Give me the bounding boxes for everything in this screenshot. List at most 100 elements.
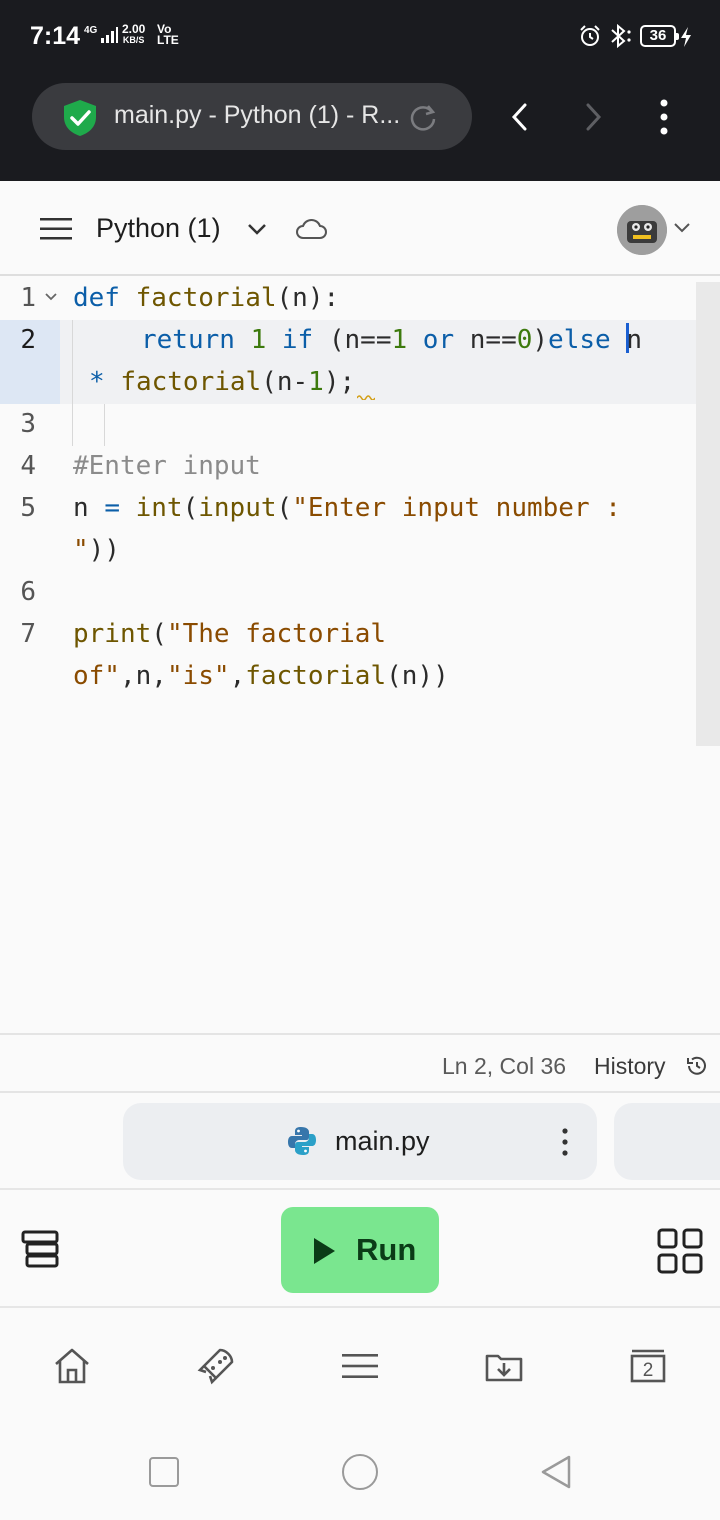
grid-icon[interactable] xyxy=(657,1228,703,1274)
code-token: "is" xyxy=(166,661,230,691)
tab-title: main.py - Python (1) - R... xyxy=(114,101,401,129)
code-token: factorial xyxy=(245,661,387,691)
cloud-icon[interactable] xyxy=(294,217,328,241)
indent-guide xyxy=(72,320,73,446)
code-line: def factorial(n): xyxy=(73,277,339,319)
system-nav xyxy=(0,1422,720,1520)
volte-bottom: LTE xyxy=(157,33,179,47)
code-token: = xyxy=(104,493,120,523)
code-token: (n)) xyxy=(386,661,449,691)
file-tabs: main.py xyxy=(0,1093,720,1190)
alarm-icon xyxy=(580,25,600,46)
avatar[interactable] xyxy=(617,205,667,255)
import-icon[interactable] xyxy=(484,1346,524,1386)
menu-icon[interactable] xyxy=(40,218,72,240)
menu-icon[interactable] xyxy=(340,1346,380,1386)
code-token: n== xyxy=(469,325,517,355)
code-line: print("The factorial xyxy=(73,613,386,655)
line-number: 2 xyxy=(20,325,36,355)
code-token: 0 xyxy=(516,325,533,355)
code-token: or xyxy=(422,325,455,355)
code-token: n xyxy=(626,325,642,355)
indent-guide xyxy=(104,404,105,446)
code-token: 1 xyxy=(250,325,267,355)
signal-icon xyxy=(101,27,118,43)
bluetooth-icon xyxy=(611,24,631,48)
play-icon xyxy=(314,1238,335,1264)
file-tab-next[interactable] xyxy=(614,1103,720,1180)
code-line-wrap: ")) xyxy=(73,529,120,571)
fold-chevron-icon[interactable] xyxy=(43,290,59,304)
layout-stack-icon[interactable] xyxy=(20,1229,60,1269)
code-token: return xyxy=(141,325,235,355)
line-number: 3 xyxy=(20,409,36,439)
bottom-nav: 2 xyxy=(0,1310,720,1422)
tabs-icon[interactable]: 2 xyxy=(628,1346,668,1386)
tabs-count: 2 xyxy=(643,1360,654,1381)
app-header: Python (1) xyxy=(0,181,720,276)
battery-indicator: 36 xyxy=(640,25,679,47)
code-line: #Enter input xyxy=(73,451,261,481)
chevron-down-icon[interactable] xyxy=(245,219,269,239)
lint-warning-squiggle[interactable] xyxy=(357,394,375,400)
account-chevron-icon[interactable] xyxy=(673,221,691,235)
recents-button[interactable] xyxy=(149,1457,179,1487)
back-triangle-icon[interactable] xyxy=(540,1454,572,1490)
code-token: (n== xyxy=(328,325,392,355)
code-editor[interactable]: 1 2 3 4 5 6 7 def factorial(n): return 1… xyxy=(0,276,720,1032)
code-token: (n- xyxy=(261,367,309,397)
forward-icon[interactable] xyxy=(578,100,608,134)
code-token: def xyxy=(73,283,120,313)
code-token: ,n, xyxy=(119,661,167,691)
browser-chrome: 7:14 4G 2.00 KB/S Vo LTE 36 main.py - Py… xyxy=(0,0,720,181)
editor-scrollbar[interactable] xyxy=(696,282,720,746)
more-vert-icon[interactable] xyxy=(650,98,678,136)
python-icon xyxy=(288,1127,316,1155)
line-number: 6 xyxy=(20,577,36,607)
code-token: ) xyxy=(532,325,549,355)
file-tab-label: main.py xyxy=(335,1126,430,1156)
code-token: ( xyxy=(151,619,167,649)
code-line: n = int(input("Enter input number : xyxy=(73,487,621,529)
speed-unit: KB/S xyxy=(122,35,145,45)
code-token: )) xyxy=(88,535,120,565)
code-token: else xyxy=(548,325,611,355)
avatar-image xyxy=(617,205,667,255)
reload-icon[interactable] xyxy=(408,103,438,133)
status-time: 7:14 xyxy=(30,22,81,50)
code-token: print xyxy=(73,619,152,649)
home-icon[interactable] xyxy=(52,1346,92,1386)
line-number: 4 xyxy=(20,451,36,481)
cursor-position[interactable]: Ln 2, Col 36 xyxy=(442,1053,566,1080)
code-token: * xyxy=(89,367,105,397)
address-bar[interactable]: main.py - Python (1) - R... xyxy=(32,83,472,150)
more-vert-icon[interactable] xyxy=(560,1127,570,1157)
line-number: 1 xyxy=(20,283,36,313)
code-token: factorial xyxy=(120,367,262,397)
code-token: (n): xyxy=(276,283,340,313)
code-line: return 1 if (n==1 or n==0)else n xyxy=(141,319,642,361)
speed-value: 2.00 xyxy=(122,22,146,36)
code-token: n xyxy=(73,493,89,523)
explore-icon[interactable] xyxy=(196,1346,236,1386)
line-number: 5 xyxy=(20,493,36,523)
code-token: of" xyxy=(73,661,120,691)
history-button[interactable]: History xyxy=(594,1053,666,1080)
project-title[interactable]: Python (1) xyxy=(96,213,221,244)
volte-indicator: Vo LTE xyxy=(157,23,179,47)
run-button[interactable]: Run xyxy=(281,1207,439,1293)
code-token: factorial xyxy=(135,283,277,313)
code-token: input xyxy=(198,493,277,523)
code-token: ( xyxy=(276,493,293,523)
code-token: ); xyxy=(323,367,356,397)
code-line-wrap: of",n,"is",factorial(n)) xyxy=(73,655,449,697)
line-number: 7 xyxy=(20,619,36,649)
history-icon[interactable] xyxy=(685,1054,709,1078)
secure-shield-icon xyxy=(64,100,96,136)
file-tab-main[interactable]: main.py xyxy=(123,1103,597,1180)
network-type: 4G xyxy=(84,25,98,36)
home-button[interactable] xyxy=(342,1454,378,1490)
back-icon[interactable] xyxy=(505,100,535,134)
run-button-label: Run xyxy=(356,1232,417,1267)
charging-icon xyxy=(681,27,691,47)
